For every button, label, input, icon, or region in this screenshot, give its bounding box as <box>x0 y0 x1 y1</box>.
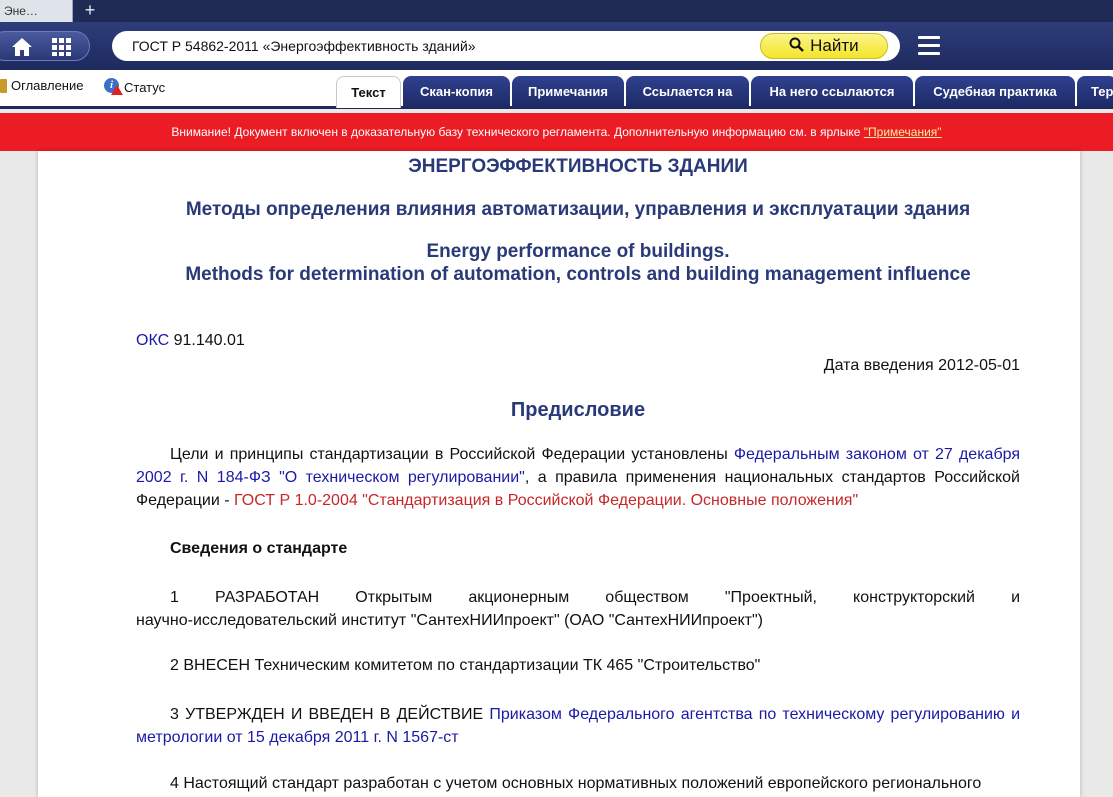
p1-text-a: Цели и принципы стандартизации в Российс… <box>170 446 734 463</box>
tab-referenced-by[interactable]: На него ссылаются <box>751 76 913 107</box>
warning-text: Внимание! Документ включен в доказательн… <box>171 125 864 139</box>
document-title-en-1: Energy performance of buildings. <box>426 241 730 262</box>
document-title-en-2: Methods for determination of automation,… <box>185 264 971 285</box>
book-icon <box>0 78 7 93</box>
intro-date: Дата введения 2012-05-01 <box>823 357 1020 374</box>
tab-terms[interactable]: Тер <box>1077 76 1113 107</box>
gost-link[interactable]: ГОСТ Р 1.0-2004 "Стандартизация в Россий… <box>234 492 858 509</box>
info-warning-icon: i <box>104 78 123 96</box>
preface-paragraph: Цели и принципы стандартизации в Российс… <box>136 443 1020 512</box>
p4-text: 3 УТВЕРЖДЕН И ВВЕДЕН В ДЕЙСТВИЕ <box>170 706 490 723</box>
find-button-label: Найти <box>810 36 859 55</box>
document-title: ЭНЕРГОЭФФЕКТИВНОСТЬ ЗДАНИИ <box>408 156 748 177</box>
okc-link[interactable]: ОКС <box>136 332 169 349</box>
find-button[interactable]: Найти <box>760 33 888 59</box>
tab-notes[interactable]: Примечания <box>512 76 624 107</box>
tab-scan-copy[interactable]: Скан-копия <box>403 76 510 107</box>
tab-text[interactable]: Текст <box>336 76 401 108</box>
browser-tab[interactable]: Эне… <box>0 0 73 22</box>
preface-heading: Предисловие <box>510 399 646 421</box>
tab-court-practice[interactable]: Судебная практика <box>915 76 1075 107</box>
basis-paragraph: 4 Настоящий стандарт разработан с учетом… <box>170 775 982 792</box>
document-subtitle: Методы определения влияния автоматизации… <box>185 199 971 220</box>
search-input-value: ГОСТ Р 54862-2011 «Энергоэффективность з… <box>132 38 476 54</box>
grid-icon[interactable] <box>51 37 73 57</box>
warning-banner: Внимание! Документ включен в доказательн… <box>0 113 1113 151</box>
okc-value: 91.140.01 <box>169 332 245 349</box>
tab-refers-to[interactable]: Ссылается на <box>626 76 749 107</box>
search-icon <box>789 37 805 52</box>
toc-link[interactable]: Оглавление <box>0 78 83 93</box>
okc-line: ОКС 91.140.01 <box>136 329 245 352</box>
warning-notes-link[interactable]: "Примечания" <box>864 125 942 139</box>
nav-pill <box>0 31 90 61</box>
introduced-by-paragraph: 2 ВНЕСЕН Техническим комитетом по станда… <box>170 657 761 674</box>
status-link[interactable]: i Статус <box>104 78 165 96</box>
toc-label: Оглавление <box>11 78 84 93</box>
approved-paragraph: 3 УТВЕРЖДЕН И ВВЕДЕН В ДЕЙСТВИЕ Приказом… <box>136 703 1020 749</box>
status-label: Статус <box>124 79 166 95</box>
standard-info-heading: Сведения о стандарте <box>170 540 348 557</box>
toolbar: ГОСТ Р 54862-2011 «Энергоэффективность з… <box>0 22 1113 70</box>
developed-by-line-2: научно-исследовательский институт "Санте… <box>136 612 763 629</box>
developed-by-line-1: 1 РАЗРАБОТАН Открытым акционерным общест… <box>170 589 1020 606</box>
browser-tab-strip: Эне… + <box>0 0 1113 22</box>
menu-icon[interactable] <box>918 36 940 56</box>
home-icon[interactable] <box>11 37 33 57</box>
new-tab-button[interactable]: + <box>80 0 100 22</box>
document-page: ЭНЕРГОЭФФЕКТИВНОСТЬ ЗДАНИИ Методы опреде… <box>38 151 1080 797</box>
